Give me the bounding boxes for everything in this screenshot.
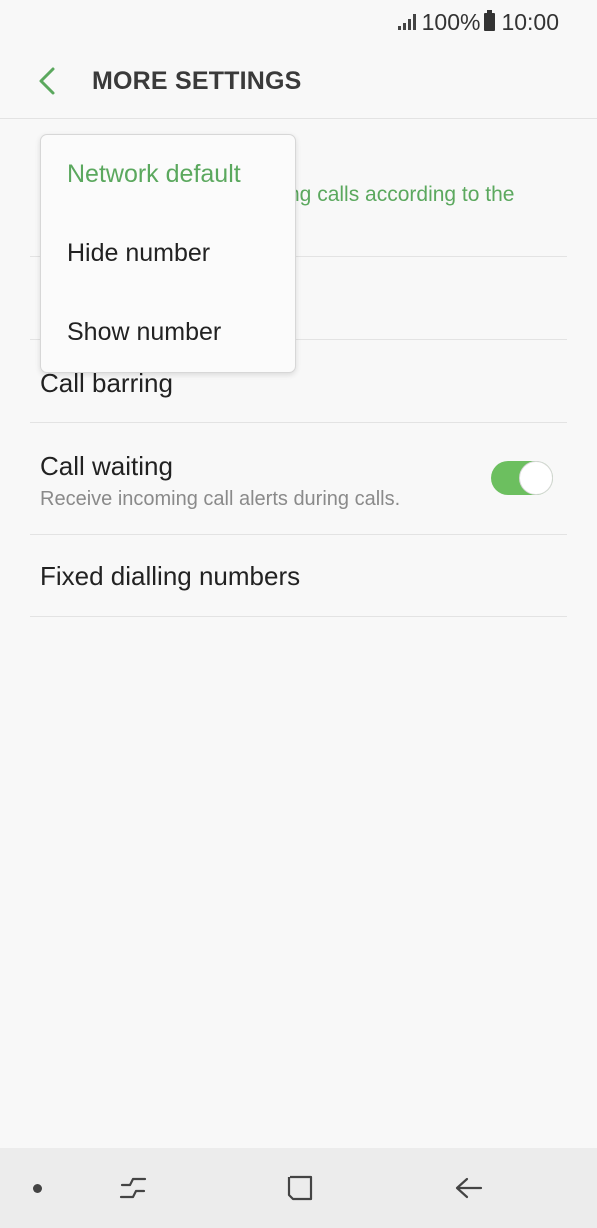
back-icon (455, 1177, 483, 1199)
setting-fixed-dialling-numbers[interactable]: Fixed dialling numbers (30, 535, 567, 617)
call-waiting-toggle[interactable] (491, 461, 553, 495)
clock: 10:00 (501, 8, 559, 35)
navigation-bar (0, 1148, 597, 1228)
signal-icon (397, 14, 416, 30)
call-waiting-label: Call waiting (40, 451, 173, 481)
call-waiting-description: Receive incoming call alerts during call… (40, 488, 401, 510)
chevron-left-icon (39, 67, 55, 95)
recent-apps-icon (119, 1177, 147, 1199)
back-button[interactable] (22, 56, 72, 106)
nav-indicator-dot (33, 1184, 42, 1193)
battery-icon (484, 10, 496, 31)
option-hide-number[interactable]: Hide number (41, 214, 295, 293)
app-bar: MORE SETTINGS (0, 44, 597, 119)
page-title: MORE SETTINGS (92, 66, 302, 95)
battery-percent: 100% (421, 8, 481, 35)
home-icon (287, 1175, 313, 1201)
toggle-knob (519, 461, 553, 495)
setting-call-waiting[interactable]: Call waiting Receive incoming call alert… (30, 423, 567, 535)
recent-apps-button[interactable] (113, 1168, 153, 1208)
caller-id-dropdown: Network default Hide number Show number (40, 134, 296, 373)
fixed-dialling-label: Fixed dialling numbers (40, 561, 301, 591)
option-show-number[interactable]: Show number (41, 293, 295, 372)
nav-back-button[interactable] (448, 1168, 488, 1208)
option-network-default[interactable]: Network default (41, 135, 295, 214)
home-button[interactable] (280, 1168, 320, 1208)
status-bar: 100% 10:00 (0, 0, 597, 44)
